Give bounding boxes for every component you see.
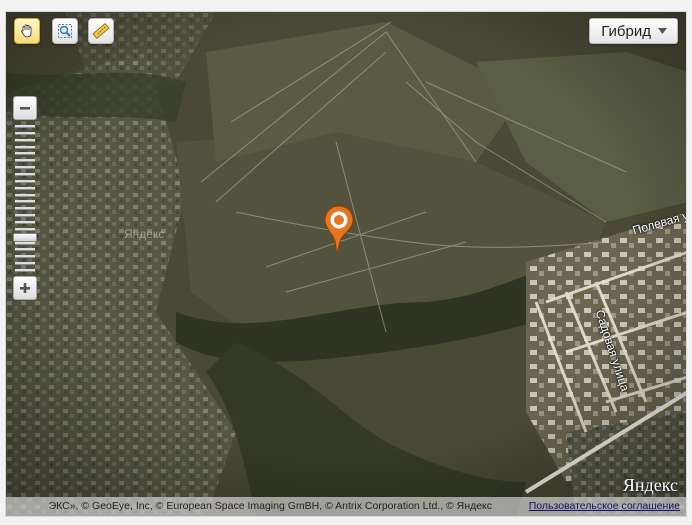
hand-icon <box>21 24 32 38</box>
zoom-tick <box>15 152 35 156</box>
zoom-tick <box>15 214 35 218</box>
zoom-tick <box>15 166 35 170</box>
ruler-icon <box>92 22 110 40</box>
zoom-tick <box>15 207 35 211</box>
zoom-tick <box>15 227 35 231</box>
zoom-tick <box>15 145 35 149</box>
zoom-tick <box>15 159 35 163</box>
map-watermark: Яндекс <box>124 227 165 241</box>
copyright-text: ЭКС», © GeoEye, Inc, © European Space Im… <box>48 500 492 512</box>
chevron-down-icon <box>658 28 667 34</box>
zoom-tick <box>15 248 35 252</box>
zoom-tick <box>15 255 35 259</box>
zoom-control <box>13 96 39 300</box>
map-widget: Гибрид Яндекс Полевая у Садовая улица Ян… <box>0 0 692 525</box>
zoom-tick <box>15 173 35 176</box>
zoom-in-button[interactable] <box>13 276 37 300</box>
hand-tool-button[interactable] <box>14 18 40 44</box>
magnifier-icon <box>58 24 72 38</box>
zoom-tick <box>15 221 35 224</box>
yandex-logo: Яндекс <box>622 475 678 495</box>
zoom-tick <box>15 179 35 183</box>
zoom-slider[interactable] <box>13 123 37 273</box>
layer-type-label: Гибрид <box>601 22 651 40</box>
minus-icon <box>20 107 30 110</box>
ruler-tool-button[interactable] <box>88 18 114 44</box>
layer-type-selector[interactable]: Гибрид <box>589 18 678 44</box>
zoom-tick <box>15 125 35 128</box>
zoom-tick <box>15 241 35 245</box>
satellite-imagery <box>6 12 686 516</box>
zoom-tick <box>15 262 35 266</box>
plus-icon <box>20 283 30 293</box>
zoom-tick <box>15 186 35 190</box>
copyright-bar: ЭКС», © GeoEye, Inc, © European Space Im… <box>6 497 686 516</box>
zoom-slider-handle[interactable] <box>13 232 37 242</box>
terms-of-use-link[interactable]: Пользовательское соглашение <box>529 497 680 516</box>
zoom-tick <box>15 269 35 272</box>
zoom-out-button[interactable] <box>13 96 37 120</box>
location-pin-icon[interactable] <box>323 205 355 255</box>
satellite-map[interactable]: Гибрид Яндекс Полевая у Садовая улица Ян… <box>5 11 687 517</box>
zoom-tick <box>15 193 35 197</box>
zoom-tick <box>15 131 35 135</box>
zoom-tick <box>15 200 35 204</box>
zoom-tick <box>15 138 35 142</box>
magnifier-tool-button[interactable] <box>52 18 78 44</box>
